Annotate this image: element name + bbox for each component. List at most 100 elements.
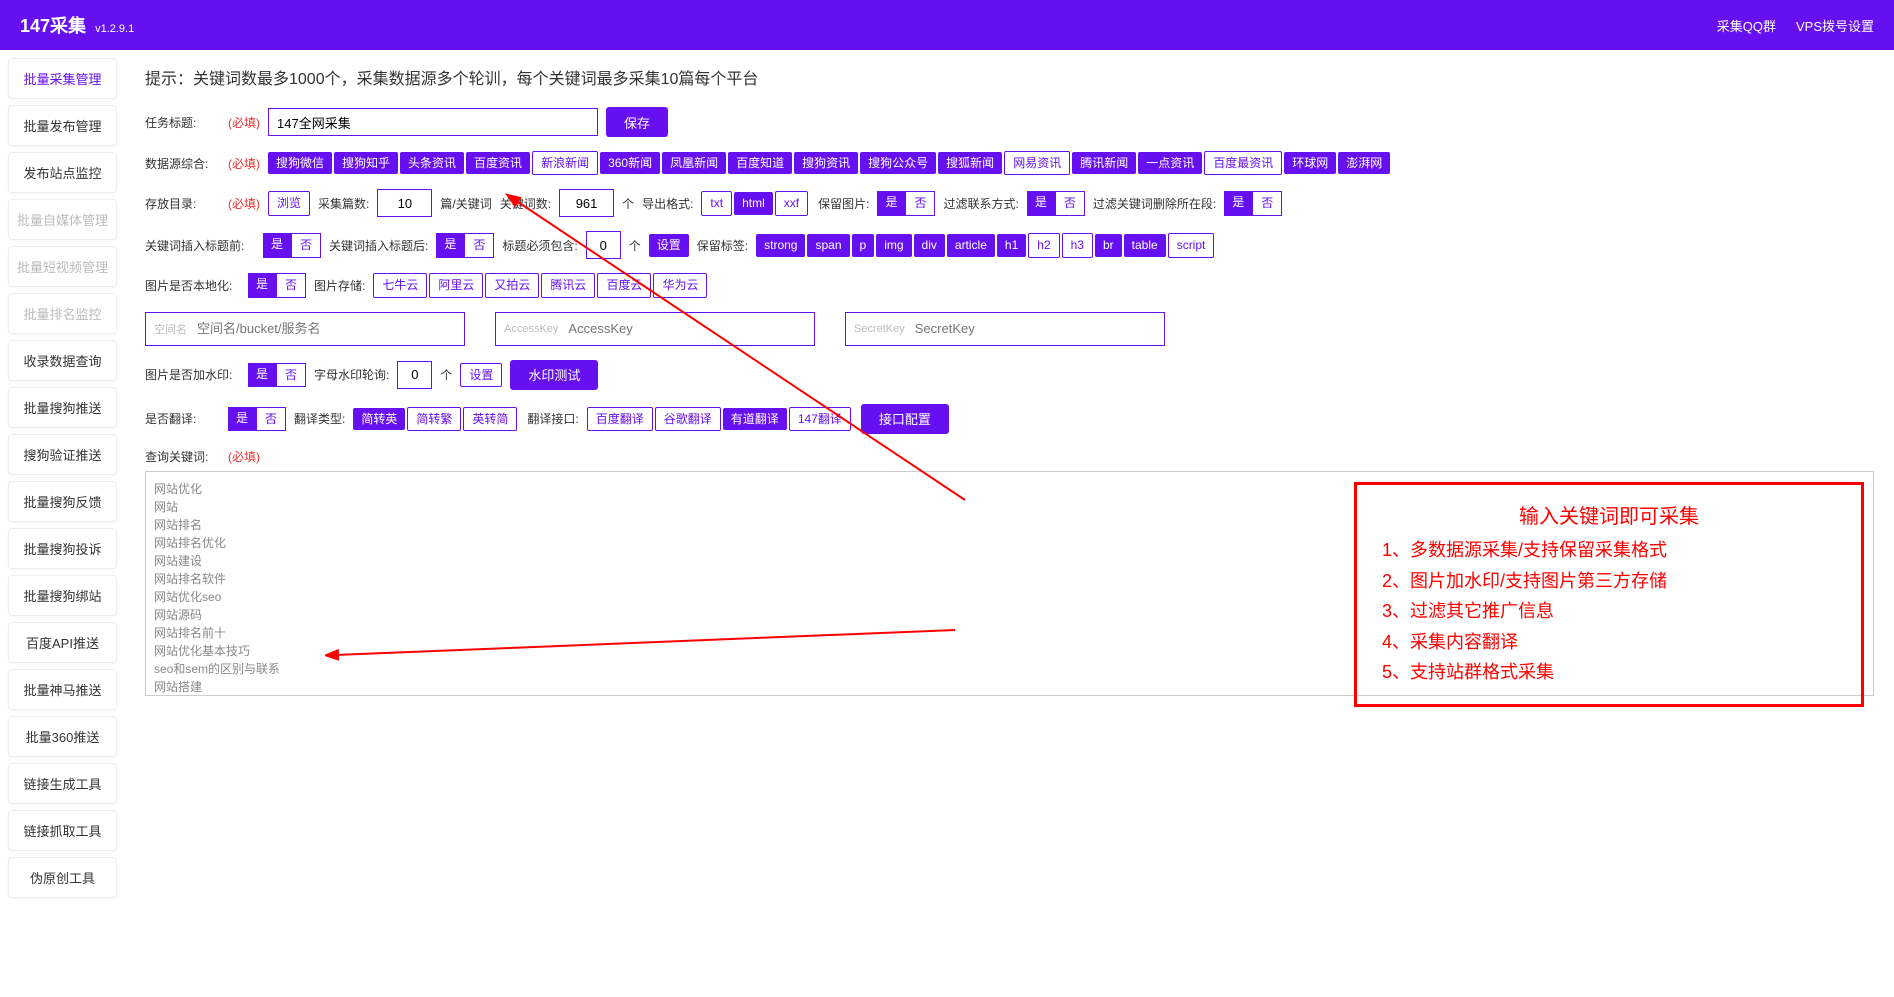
sidebar-item-14[interactable]: 批量360推送 bbox=[8, 716, 117, 757]
imglocal-yes[interactable]: 是 bbox=[248, 273, 276, 297]
provider-tag-5[interactable]: 华为云 bbox=[653, 273, 707, 297]
wm-set-button[interactable]: 设置 bbox=[460, 363, 502, 387]
kwafter-toggle[interactable]: 是 否 bbox=[436, 233, 494, 257]
keep-tag-0[interactable]: strong bbox=[756, 234, 805, 256]
source-tag-7[interactable]: 百度知道 bbox=[728, 152, 792, 174]
export-tag-1[interactable]: html bbox=[734, 192, 773, 214]
provider-tag-1[interactable]: 阿里云 bbox=[429, 273, 483, 297]
link-qq[interactable]: 采集QQ群 bbox=[1717, 16, 1776, 35]
filtercontact-yes[interactable]: 是 bbox=[1027, 191, 1055, 215]
wm-yes[interactable]: 是 bbox=[248, 363, 276, 387]
tr-no[interactable]: 否 bbox=[256, 407, 286, 431]
sidebar-item-2[interactable]: 发布站点监控 bbox=[8, 152, 117, 193]
source-tag-9[interactable]: 搜狗公众号 bbox=[860, 152, 936, 174]
coll-count-input[interactable] bbox=[377, 189, 432, 217]
browse-button[interactable]: 浏览 bbox=[268, 191, 310, 215]
link-vps[interactable]: VPS拨号设置 bbox=[1796, 16, 1874, 35]
sidebar-item-1[interactable]: 批量发布管理 bbox=[8, 105, 117, 146]
filterkw-toggle[interactable]: 是 否 bbox=[1224, 191, 1282, 215]
trapi-tag-0[interactable]: 百度翻译 bbox=[587, 407, 653, 431]
source-tag-1[interactable]: 搜狗知乎 bbox=[334, 152, 398, 174]
keep-tag-1[interactable]: span bbox=[807, 234, 849, 256]
sk-input[interactable] bbox=[915, 321, 1156, 336]
source-tag-4[interactable]: 新浪新闻 bbox=[532, 151, 598, 175]
trapi-tag-2[interactable]: 有道翻译 bbox=[723, 408, 787, 430]
imglocal-toggle[interactable]: 是 否 bbox=[248, 273, 306, 297]
source-tag-15[interactable]: 环球网 bbox=[1284, 152, 1336, 174]
sidebar-item-12[interactable]: 百度API推送 bbox=[8, 622, 117, 663]
sidebar-item-10[interactable]: 批量搜狗投诉 bbox=[8, 528, 117, 569]
filterkw-yes[interactable]: 是 bbox=[1224, 191, 1252, 215]
keep-tag-3[interactable]: img bbox=[876, 234, 911, 256]
kw-count-input[interactable] bbox=[559, 189, 614, 217]
save-button[interactable]: 保存 bbox=[606, 107, 668, 137]
imglocal-no[interactable]: 否 bbox=[276, 273, 306, 297]
filterkw-no[interactable]: 否 bbox=[1252, 191, 1282, 215]
wm-no[interactable]: 否 bbox=[276, 363, 306, 387]
keep-tag-6[interactable]: h1 bbox=[997, 234, 1026, 256]
must-set-button[interactable]: 设置 bbox=[649, 234, 689, 256]
sidebar-item-7[interactable]: 批量搜狗推送 bbox=[8, 387, 117, 428]
ak-input[interactable] bbox=[568, 321, 806, 336]
keep-tag-4[interactable]: div bbox=[914, 234, 945, 256]
task-title-input[interactable] bbox=[268, 108, 598, 136]
tr-toggle[interactable]: 是 否 bbox=[228, 407, 286, 431]
export-tag-2[interactable]: xxf bbox=[775, 191, 808, 215]
sidebar-item-16[interactable]: 链接抓取工具 bbox=[8, 810, 117, 851]
keep-tag-7[interactable]: h2 bbox=[1028, 233, 1059, 257]
sidebar-item-11[interactable]: 批量搜狗绑站 bbox=[8, 575, 117, 616]
must-input[interactable] bbox=[586, 231, 621, 259]
sidebar-item-0[interactable]: 批量采集管理 bbox=[8, 58, 117, 99]
source-tag-0[interactable]: 搜狗微信 bbox=[268, 152, 332, 174]
wm-rotate-input[interactable] bbox=[397, 361, 432, 389]
kwbefore-no[interactable]: 否 bbox=[291, 233, 321, 257]
keepimg-toggle[interactable]: 是 否 bbox=[877, 191, 935, 215]
source-tag-8[interactable]: 搜狗资讯 bbox=[794, 152, 858, 174]
wm-toggle[interactable]: 是 否 bbox=[248, 363, 306, 387]
trtype-tag-2[interactable]: 英转简 bbox=[463, 407, 517, 431]
provider-tag-3[interactable]: 腾讯云 bbox=[541, 273, 595, 297]
source-tag-12[interactable]: 腾讯新闻 bbox=[1072, 152, 1136, 174]
export-tag-0[interactable]: txt bbox=[701, 191, 732, 215]
keep-tag-9[interactable]: br bbox=[1095, 234, 1122, 256]
provider-tag-0[interactable]: 七牛云 bbox=[373, 273, 427, 297]
provider-tag-4[interactable]: 百度云 bbox=[597, 273, 651, 297]
filtercontact-toggle[interactable]: 是 否 bbox=[1027, 191, 1085, 215]
trapi-tag-1[interactable]: 谷歌翻译 bbox=[655, 407, 721, 431]
keep-tag-5[interactable]: article bbox=[947, 234, 995, 256]
source-tag-11[interactable]: 网易资讯 bbox=[1004, 151, 1070, 175]
keepimg-no[interactable]: 否 bbox=[905, 191, 935, 215]
sidebar-item-15[interactable]: 链接生成工具 bbox=[8, 763, 117, 804]
source-tag-2[interactable]: 头条资讯 bbox=[400, 152, 464, 174]
wm-test-button[interactable]: 水印测试 bbox=[510, 360, 598, 390]
source-tag-13[interactable]: 一点资讯 bbox=[1138, 152, 1202, 174]
filtercontact-no[interactable]: 否 bbox=[1055, 191, 1085, 215]
tr-yes[interactable]: 是 bbox=[228, 407, 256, 431]
source-tag-6[interactable]: 凤凰新闻 bbox=[662, 152, 726, 174]
keep-tag-8[interactable]: h3 bbox=[1062, 233, 1093, 257]
keep-tag-10[interactable]: table bbox=[1124, 234, 1166, 256]
kwbefore-toggle[interactable]: 是 否 bbox=[263, 233, 321, 257]
provider-tag-2[interactable]: 又拍云 bbox=[485, 273, 539, 297]
sidebar-item-9[interactable]: 批量搜狗反馈 bbox=[8, 481, 117, 522]
space-input[interactable] bbox=[197, 321, 456, 336]
tr-config-button[interactable]: 接口配置 bbox=[861, 404, 949, 434]
sidebar-item-17[interactable]: 伪原创工具 bbox=[8, 857, 117, 898]
sidebar-item-13[interactable]: 批量神马推送 bbox=[8, 669, 117, 710]
keywords-textarea[interactable] bbox=[145, 471, 1874, 696]
trtype-tag-1[interactable]: 简转繁 bbox=[407, 407, 461, 431]
source-tag-10[interactable]: 搜狐新闻 bbox=[938, 152, 1002, 174]
trapi-tag-3[interactable]: 147翻译 bbox=[789, 407, 851, 431]
kwafter-yes[interactable]: 是 bbox=[436, 233, 464, 257]
kwbefore-yes[interactable]: 是 bbox=[263, 233, 291, 257]
source-tag-14[interactable]: 百度最资讯 bbox=[1204, 151, 1282, 175]
keepimg-yes[interactable]: 是 bbox=[877, 191, 905, 215]
keep-tag-2[interactable]: p bbox=[852, 234, 875, 256]
keep-tag-11[interactable]: script bbox=[1168, 233, 1215, 257]
sidebar-item-8[interactable]: 搜狗验证推送 bbox=[8, 434, 117, 475]
source-tag-16[interactable]: 澎湃网 bbox=[1338, 152, 1390, 174]
source-tag-3[interactable]: 百度资讯 bbox=[466, 152, 530, 174]
source-tag-5[interactable]: 360新闻 bbox=[600, 152, 660, 174]
kwafter-no[interactable]: 否 bbox=[464, 233, 494, 257]
sidebar-item-6[interactable]: 收录数据查询 bbox=[8, 340, 117, 381]
